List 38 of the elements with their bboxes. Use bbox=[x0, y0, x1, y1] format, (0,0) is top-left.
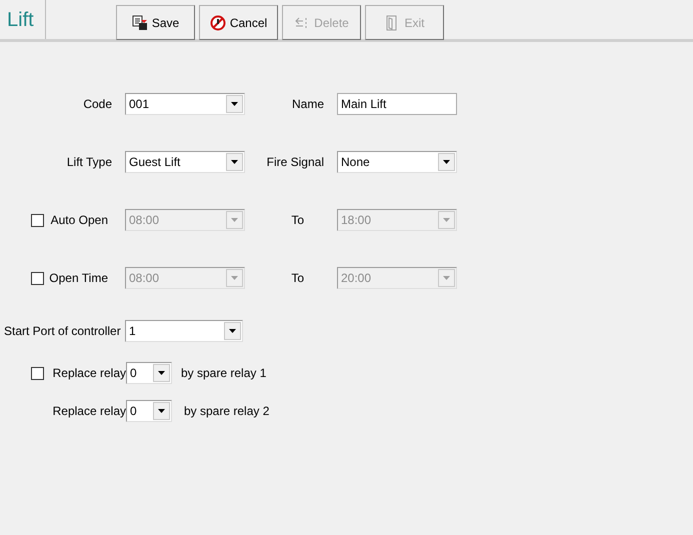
dropdown-arrow-icon bbox=[231, 218, 238, 222]
save-button[interactable]: Save bbox=[116, 5, 195, 40]
dropdown[interactable]: 1 bbox=[125, 320, 243, 342]
checkbox[interactable] bbox=[31, 366, 44, 380]
save-icon bbox=[132, 14, 148, 30]
page-title: Lift bbox=[7, 8, 34, 32]
dropdown[interactable]: 0 bbox=[126, 400, 172, 422]
field-label: by spare relay 2 bbox=[184, 403, 270, 420]
name-field[interactable]: Main Lift bbox=[337, 93, 457, 115]
field-label: Replace relay bbox=[52, 365, 126, 382]
checkbox[interactable] bbox=[31, 214, 44, 226]
dropdown[interactable]: Guest Lift bbox=[125, 151, 245, 173]
prohibited-icon bbox=[210, 14, 226, 30]
field-label: To bbox=[291, 212, 304, 229]
field-label: Lift Type bbox=[66, 154, 112, 171]
dropdown[interactable]: None bbox=[337, 151, 457, 173]
field-label: Start Port of controller bbox=[4, 323, 122, 340]
field-label: Name bbox=[292, 96, 324, 113]
dropdown[interactable]: 0 bbox=[126, 362, 172, 384]
dropdown-arrow-icon bbox=[229, 329, 236, 333]
dropdown-arrow-icon bbox=[231, 160, 238, 164]
dropdown-arrow-icon bbox=[158, 371, 165, 375]
dropdown-arrow-icon bbox=[158, 409, 165, 413]
field-label: by spare relay 1 bbox=[181, 365, 266, 382]
dropdown-arrow-icon bbox=[443, 218, 450, 222]
dropdown[interactable]: 001 bbox=[125, 93, 245, 115]
field-label: Fire Signal bbox=[266, 154, 324, 171]
checkbox[interactable] bbox=[31, 272, 44, 284]
field-label: Auto Open bbox=[50, 212, 108, 229]
field-label: To bbox=[291, 270, 304, 287]
field-label: Open Time bbox=[49, 270, 108, 287]
dropdown-arrow-icon bbox=[443, 160, 450, 164]
field-label: Code bbox=[83, 96, 112, 113]
dropdown-arrow-icon bbox=[231, 276, 238, 280]
cancel-button[interactable]: Cancel bbox=[199, 5, 278, 40]
dropdown-arrow-icon bbox=[231, 102, 238, 106]
field-label: Replace relay bbox=[52, 403, 126, 420]
dropdown-arrow-icon bbox=[443, 276, 450, 280]
